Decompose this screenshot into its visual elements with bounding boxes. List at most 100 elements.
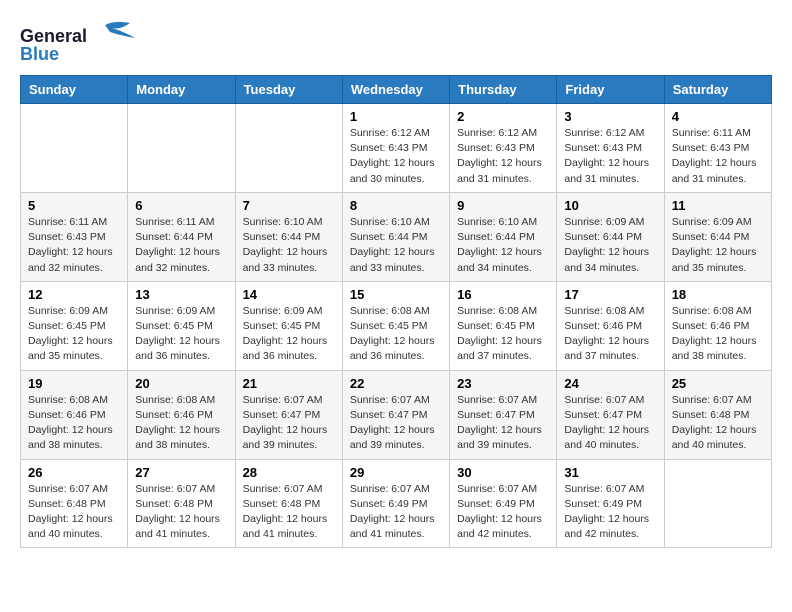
day-header-monday: Monday bbox=[128, 76, 235, 104]
day-info: Sunrise: 6:11 AM Sunset: 6:44 PM Dayligh… bbox=[135, 215, 227, 276]
calendar-cell: 7 Sunrise: 6:10 AM Sunset: 6:44 PM Daylig… bbox=[235, 192, 342, 281]
calendar-cell bbox=[128, 104, 235, 193]
day-number: 4 bbox=[672, 109, 764, 124]
day-number: 26 bbox=[28, 465, 120, 480]
day-header-sunday: Sunday bbox=[21, 76, 128, 104]
calendar-cell: 30 Sunrise: 6:07 AM Sunset: 6:49 PM Dayli… bbox=[450, 459, 557, 548]
day-info: Sunrise: 6:08 AM Sunset: 6:46 PM Dayligh… bbox=[135, 393, 227, 454]
day-number: 7 bbox=[243, 198, 335, 213]
calendar-cell: 4 Sunrise: 6:11 AM Sunset: 6:43 PM Daylig… bbox=[664, 104, 771, 193]
calendar-cell: 12 Sunrise: 6:09 AM Sunset: 6:45 PM Dayli… bbox=[21, 281, 128, 370]
day-info: Sunrise: 6:07 AM Sunset: 6:49 PM Dayligh… bbox=[457, 482, 549, 543]
day-number: 3 bbox=[564, 109, 656, 124]
calendar-cell: 27 Sunrise: 6:07 AM Sunset: 6:48 PM Dayli… bbox=[128, 459, 235, 548]
day-info: Sunrise: 6:07 AM Sunset: 6:48 PM Dayligh… bbox=[243, 482, 335, 543]
day-number: 27 bbox=[135, 465, 227, 480]
day-number: 14 bbox=[243, 287, 335, 302]
calendar-cell: 20 Sunrise: 6:08 AM Sunset: 6:46 PM Dayli… bbox=[128, 370, 235, 459]
calendar-cell: 2 Sunrise: 6:12 AM Sunset: 6:43 PM Daylig… bbox=[450, 104, 557, 193]
day-info: Sunrise: 6:07 AM Sunset: 6:49 PM Dayligh… bbox=[350, 482, 442, 543]
calendar-cell: 13 Sunrise: 6:09 AM Sunset: 6:45 PM Dayli… bbox=[128, 281, 235, 370]
day-number: 24 bbox=[564, 376, 656, 391]
day-info: Sunrise: 6:10 AM Sunset: 6:44 PM Dayligh… bbox=[243, 215, 335, 276]
day-header-tuesday: Tuesday bbox=[235, 76, 342, 104]
calendar-cell: 5Sunrise: 6:11 AM Sunset: 6:43 PM Daylig… bbox=[21, 192, 128, 281]
day-info: Sunrise: 6:09 AM Sunset: 6:45 PM Dayligh… bbox=[135, 304, 227, 365]
day-number: 5 bbox=[28, 198, 120, 213]
day-info: Sunrise: 6:07 AM Sunset: 6:47 PM Dayligh… bbox=[350, 393, 442, 454]
day-number: 25 bbox=[672, 376, 764, 391]
day-info: Sunrise: 6:07 AM Sunset: 6:47 PM Dayligh… bbox=[243, 393, 335, 454]
calendar-cell: 8Sunrise: 6:10 AM Sunset: 6:44 PM Daylig… bbox=[342, 192, 449, 281]
calendar-cell: 24Sunrise: 6:07 AM Sunset: 6:47 PM Dayli… bbox=[557, 370, 664, 459]
calendar-header-row: SundayMondayTuesdayWednesdayThursdayFrid… bbox=[21, 76, 772, 104]
calendar-cell: 31Sunrise: 6:07 AM Sunset: 6:49 PM Dayli… bbox=[557, 459, 664, 548]
day-info: Sunrise: 6:09 AM Sunset: 6:44 PM Dayligh… bbox=[564, 215, 656, 276]
calendar-cell: 28Sunrise: 6:07 AM Sunset: 6:48 PM Dayli… bbox=[235, 459, 342, 548]
day-header-wednesday: Wednesday bbox=[342, 76, 449, 104]
day-number: 13 bbox=[135, 287, 227, 302]
day-number: 15 bbox=[350, 287, 442, 302]
day-number: 1 bbox=[350, 109, 442, 124]
day-info: Sunrise: 6:07 AM Sunset: 6:48 PM Dayligh… bbox=[135, 482, 227, 543]
day-info: Sunrise: 6:11 AM Sunset: 6:43 PM Dayligh… bbox=[672, 126, 764, 187]
svg-text:General: General bbox=[20, 26, 87, 46]
day-info: Sunrise: 6:09 AM Sunset: 6:44 PM Dayligh… bbox=[672, 215, 764, 276]
day-number: 17 bbox=[564, 287, 656, 302]
calendar-cell: 19Sunrise: 6:08 AM Sunset: 6:46 PM Dayli… bbox=[21, 370, 128, 459]
calendar-cell bbox=[235, 104, 342, 193]
day-info: Sunrise: 6:10 AM Sunset: 6:44 PM Dayligh… bbox=[457, 215, 549, 276]
calendar-cell: 11 Sunrise: 6:09 AM Sunset: 6:44 PM Dayli… bbox=[664, 192, 771, 281]
day-header-friday: Friday bbox=[557, 76, 664, 104]
calendar-cell: 25 Sunrise: 6:07 AM Sunset: 6:48 PM Dayli… bbox=[664, 370, 771, 459]
day-number: 20 bbox=[135, 376, 227, 391]
day-number: 6 bbox=[135, 198, 227, 213]
day-info: Sunrise: 6:07 AM Sunset: 6:48 PM Dayligh… bbox=[672, 393, 764, 454]
day-info: Sunrise: 6:09 AM Sunset: 6:45 PM Dayligh… bbox=[243, 304, 335, 365]
day-number: 19 bbox=[28, 376, 120, 391]
calendar-cell: 16Sunrise: 6:08 AM Sunset: 6:45 PM Dayli… bbox=[450, 281, 557, 370]
day-number: 12 bbox=[28, 287, 120, 302]
day-info: Sunrise: 6:08 AM Sunset: 6:45 PM Dayligh… bbox=[457, 304, 549, 365]
day-number: 11 bbox=[672, 198, 764, 213]
calendar-cell: 1Sunrise: 6:12 AM Sunset: 6:43 PM Daylig… bbox=[342, 104, 449, 193]
day-info: Sunrise: 6:12 AM Sunset: 6:43 PM Dayligh… bbox=[457, 126, 549, 187]
calendar-cell: 3 Sunrise: 6:12 AM Sunset: 6:43 PM Daylig… bbox=[557, 104, 664, 193]
calendar-cell: 6 Sunrise: 6:11 AM Sunset: 6:44 PM Daylig… bbox=[128, 192, 235, 281]
calendar-week-row: 12 Sunrise: 6:09 AM Sunset: 6:45 PM Dayli… bbox=[21, 281, 772, 370]
calendar-cell: 22Sunrise: 6:07 AM Sunset: 6:47 PM Dayli… bbox=[342, 370, 449, 459]
calendar-cell: 15 Sunrise: 6:08 AM Sunset: 6:45 PM Dayli… bbox=[342, 281, 449, 370]
logo-text: GeneralBlue bbox=[20, 20, 150, 65]
calendar-cell: 17 Sunrise: 6:08 AM Sunset: 6:46 PM Dayli… bbox=[557, 281, 664, 370]
calendar-week-row: 26 Sunrise: 6:07 AM Sunset: 6:48 PM Dayli… bbox=[21, 459, 772, 548]
calendar-cell bbox=[21, 104, 128, 193]
day-header-saturday: Saturday bbox=[664, 76, 771, 104]
calendar-cell: 10 Sunrise: 6:09 AM Sunset: 6:44 PM Dayli… bbox=[557, 192, 664, 281]
calendar-cell: 18Sunrise: 6:08 AM Sunset: 6:46 PM Dayli… bbox=[664, 281, 771, 370]
day-info: Sunrise: 6:07 AM Sunset: 6:49 PM Dayligh… bbox=[564, 482, 656, 543]
day-info: Sunrise: 6:12 AM Sunset: 6:43 PM Dayligh… bbox=[564, 126, 656, 187]
calendar-week-row: 5Sunrise: 6:11 AM Sunset: 6:43 PM Daylig… bbox=[21, 192, 772, 281]
calendar-cell: 23 Sunrise: 6:07 AM Sunset: 6:47 PM Dayli… bbox=[450, 370, 557, 459]
day-number: 8 bbox=[350, 198, 442, 213]
svg-text:Blue: Blue bbox=[20, 44, 59, 64]
calendar-cell bbox=[664, 459, 771, 548]
calendar-week-row: 1 Sunrise: 6:12 AM Sunset: 6:43 PM Daylig… bbox=[21, 104, 772, 193]
day-header-thursday: Thursday bbox=[450, 76, 557, 104]
day-number: 30 bbox=[457, 465, 549, 480]
day-number: 9 bbox=[457, 198, 549, 213]
day-info: Sunrise: 6:08 AM Sunset: 6:45 PM Dayligh… bbox=[350, 304, 442, 365]
day-number: 23 bbox=[457, 376, 549, 391]
day-info: Sunrise: 6:07 AM Sunset: 6:48 PM Dayligh… bbox=[28, 482, 120, 543]
calendar-cell: 9 Sunrise: 6:10 AM Sunset: 6:44 PM Daylig… bbox=[450, 192, 557, 281]
calendar-cell: 29Sunrise: 6:07 AM Sunset: 6:49 PM Dayli… bbox=[342, 459, 449, 548]
day-number: 2 bbox=[457, 109, 549, 124]
logo: GeneralBlue bbox=[20, 20, 150, 65]
calendar-week-row: 19 Sunrise: 6:08 AM Sunset: 6:46 PM Dayli… bbox=[21, 370, 772, 459]
day-info: Sunrise: 6:08 AM Sunset: 6:46 PM Dayligh… bbox=[564, 304, 656, 365]
calendar-cell: 14 Sunrise: 6:09 AM Sunset: 6:45 PM Dayli… bbox=[235, 281, 342, 370]
day-info: Sunrise: 6:09 AM Sunset: 6:45 PM Dayligh… bbox=[28, 304, 120, 365]
day-number: 10 bbox=[564, 198, 656, 213]
day-info: Sunrise: 6:07 AM Sunset: 6:47 PM Dayligh… bbox=[457, 393, 549, 454]
day-number: 21 bbox=[243, 376, 335, 391]
